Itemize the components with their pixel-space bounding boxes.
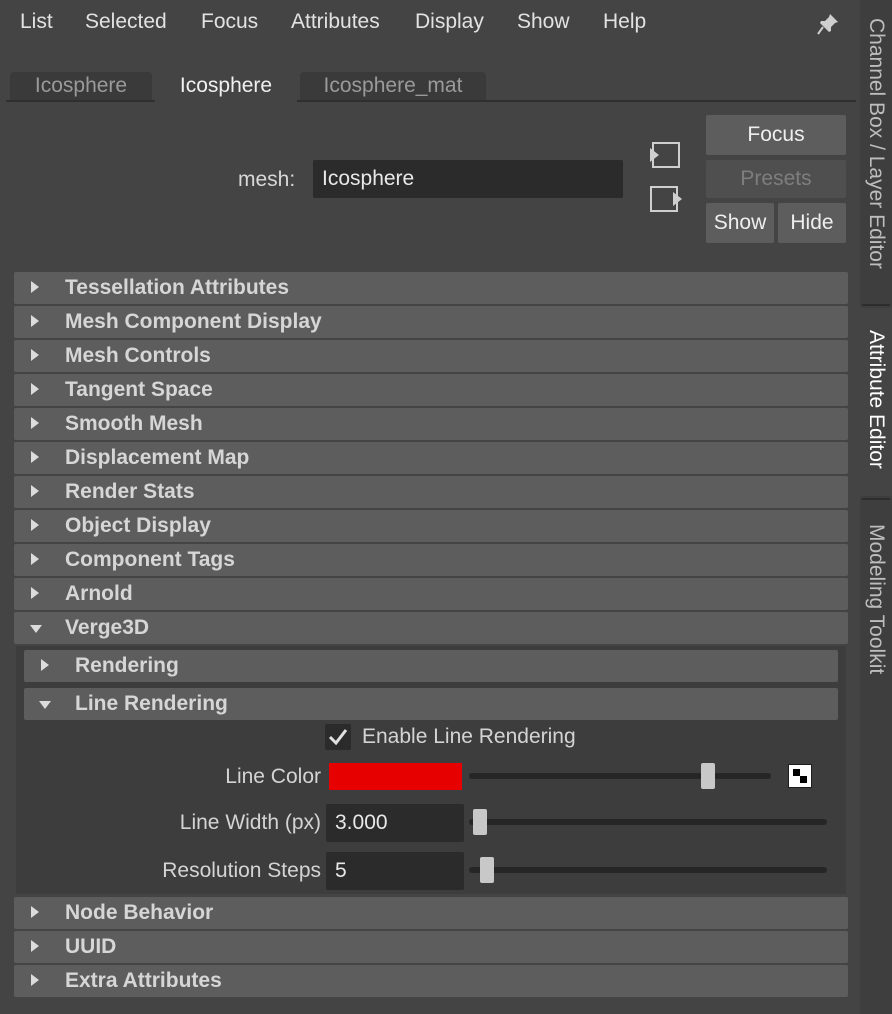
menu-bar: List Selected Focus Attributes Display S… (0, 0, 860, 46)
menu-list[interactable]: List (20, 10, 53, 34)
section-uuid[interactable]: UUID (14, 931, 848, 963)
tab-icosphere-shape[interactable]: Icosphere (155, 72, 297, 102)
expand-arrow-icon (31, 383, 39, 395)
line-color-swatch[interactable] (329, 763, 462, 790)
resolution-steps-field[interactable]: 5 (326, 852, 464, 890)
color-picker-icon[interactable] (788, 764, 812, 788)
expand-arrow-icon (31, 315, 39, 327)
mesh-name-field[interactable]: Icosphere (313, 160, 623, 198)
expand-arrow-icon (31, 519, 39, 531)
section-object-display[interactable]: Object Display (14, 510, 848, 542)
expand-arrow-icon (31, 553, 39, 565)
expand-arrow-icon (31, 281, 39, 293)
dock-tab-channel-box[interactable]: Channel Box / Layer Editor (860, 0, 892, 302)
expand-arrow-icon (31, 485, 39, 497)
expand-arrow-icon (31, 940, 39, 952)
line-width-slider-handle[interactable] (472, 809, 487, 835)
menu-display[interactable]: Display (415, 10, 484, 34)
expand-arrow-icon (41, 659, 49, 671)
line-width-slider-track[interactable] (469, 819, 827, 825)
resolution-steps-slider-handle[interactable] (479, 857, 494, 883)
line-width-label: Line Width (px) (179, 811, 321, 834)
section-tessellation-attributes[interactable]: Tessellation Attributes (14, 272, 848, 304)
select-input-icon[interactable] (648, 140, 684, 170)
subsection-line-rendering[interactable]: Line Rendering (24, 688, 838, 720)
checkmark-icon (328, 729, 348, 746)
resolution-steps-slider-track[interactable] (469, 867, 827, 873)
section-mesh-controls[interactable]: Mesh Controls (14, 340, 848, 372)
section-tangent-space[interactable]: Tangent Space (14, 374, 848, 406)
collapse-arrow-icon (39, 701, 51, 709)
section-render-stats[interactable]: Render Stats (14, 476, 848, 508)
expand-arrow-icon (31, 451, 39, 463)
expand-arrow-icon (31, 417, 39, 429)
menu-show[interactable]: Show (517, 10, 570, 34)
section-displacement-map[interactable]: Displacement Map (14, 442, 848, 474)
line-color-slider-handle[interactable] (700, 763, 715, 789)
dock-divider (862, 498, 890, 500)
enable-line-rendering-label: Enable Line Rendering (362, 725, 576, 748)
dock-tab-modeling-toolkit[interactable]: Modeling Toolkit (860, 502, 892, 702)
menu-selected[interactable]: Selected (85, 10, 167, 34)
mesh-label: mesh: (238, 168, 296, 191)
hide-button[interactable]: Hide (778, 203, 846, 243)
presets-button[interactable]: Presets (706, 160, 846, 198)
section-node-behavior[interactable]: Node Behavior (14, 897, 848, 929)
collapse-arrow-icon (30, 625, 42, 633)
focus-button[interactable]: Focus (706, 115, 846, 155)
section-mesh-component-display[interactable]: Mesh Component Display (14, 306, 848, 338)
section-extra-attributes[interactable]: Extra Attributes (14, 965, 848, 997)
section-verge3d[interactable]: Verge3D (14, 612, 848, 644)
tab-icosphere-mat[interactable]: Icosphere_mat (300, 72, 486, 100)
expand-arrow-icon (31, 906, 39, 918)
enable-line-rendering-checkbox[interactable] (325, 724, 351, 750)
expand-arrow-icon (31, 349, 39, 361)
subsection-rendering[interactable]: Rendering (24, 650, 838, 682)
expand-arrow-icon (31, 974, 39, 986)
dock-divider (862, 304, 890, 306)
resolution-steps-label: Resolution Steps (162, 859, 321, 882)
menu-focus[interactable]: Focus (201, 10, 258, 34)
tab-icosphere-transform[interactable]: Icosphere (10, 72, 152, 100)
section-smooth-mesh[interactable]: Smooth Mesh (14, 408, 848, 440)
dock-tab-attribute-editor[interactable]: Attribute Editor (860, 308, 892, 496)
node-tab-strip: Icosphere Icosphere Icosphere_mat (6, 72, 856, 102)
line-color-slider-track[interactable] (469, 773, 771, 779)
section-component-tags[interactable]: Component Tags (14, 544, 848, 576)
expand-arrow-icon (31, 587, 39, 599)
line-color-label: Line Color (225, 765, 321, 788)
menu-help[interactable]: Help (603, 10, 646, 34)
select-output-icon[interactable] (648, 184, 684, 214)
line-width-field[interactable]: 3.000 (326, 804, 464, 842)
show-button[interactable]: Show (706, 203, 774, 243)
section-arnold[interactable]: Arnold (14, 578, 848, 610)
menu-attributes[interactable]: Attributes (291, 10, 380, 34)
pin-icon[interactable] (816, 12, 840, 36)
